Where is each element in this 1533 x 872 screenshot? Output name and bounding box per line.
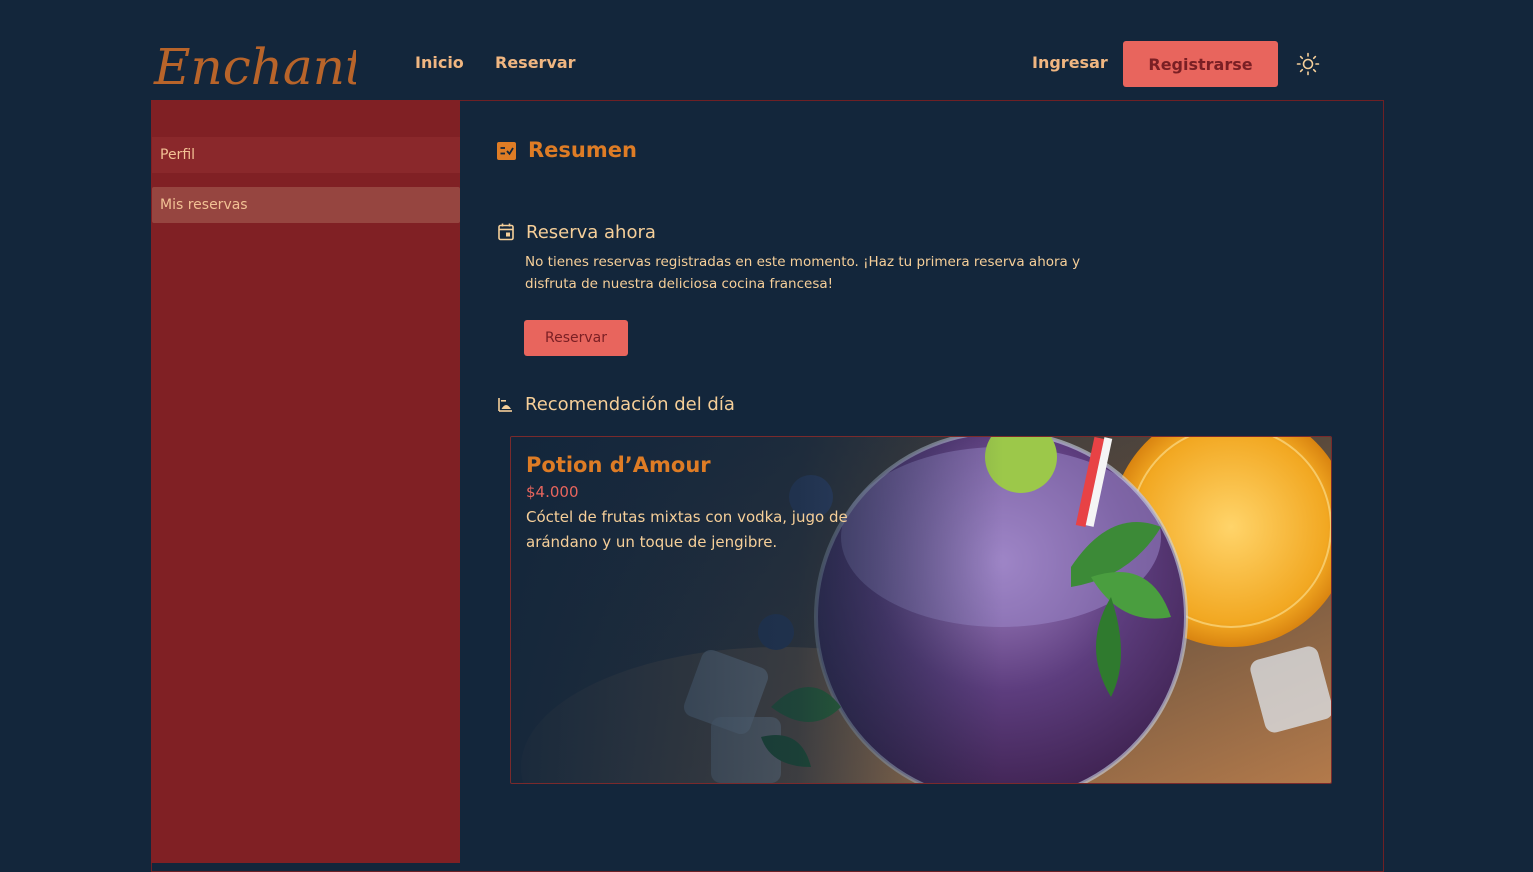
recommendation-heading: Recomendación del día [525, 394, 735, 415]
page-title: Resumen [528, 138, 637, 162]
top-navbar: Enchanté Inicio Reservar Ingresar Regist… [0, 0, 1533, 100]
sidebar-item-mis-reservas[interactable]: Mis reservas [152, 187, 460, 223]
svg-text:Enchanté: Enchanté [153, 38, 356, 96]
cocktail-image [511, 437, 1331, 783]
dish-price: $4.000 [526, 483, 579, 501]
calendar-icon [498, 223, 514, 241]
reserve-heading: Reserva ahora [526, 222, 656, 243]
dish-icon [498, 398, 512, 412]
recommendation-card[interactable]: Potion d’Amour $4.000 Cóctel de frutas m… [510, 436, 1332, 784]
brand-logo[interactable]: Enchanté [152, 26, 356, 102]
dish-name: Potion d’Amour [526, 453, 711, 477]
reserve-button[interactable]: Reservar [524, 320, 628, 356]
login-link[interactable]: Ingresar [1032, 52, 1108, 74]
register-button[interactable]: Registrarse [1123, 41, 1278, 87]
sidebar-item-perfil[interactable]: Perfil [152, 137, 460, 173]
reserve-description: No tienes reservas registradas en este m… [525, 254, 1081, 292]
sun-icon[interactable] [1296, 52, 1320, 76]
nav-link-reservar[interactable]: Reservar [495, 52, 576, 74]
summary-icon [497, 142, 516, 160]
nav-link-inicio[interactable]: Inicio [415, 52, 464, 74]
dish-description: Cóctel de frutas mixtas con vodka, jugo … [526, 508, 848, 551]
